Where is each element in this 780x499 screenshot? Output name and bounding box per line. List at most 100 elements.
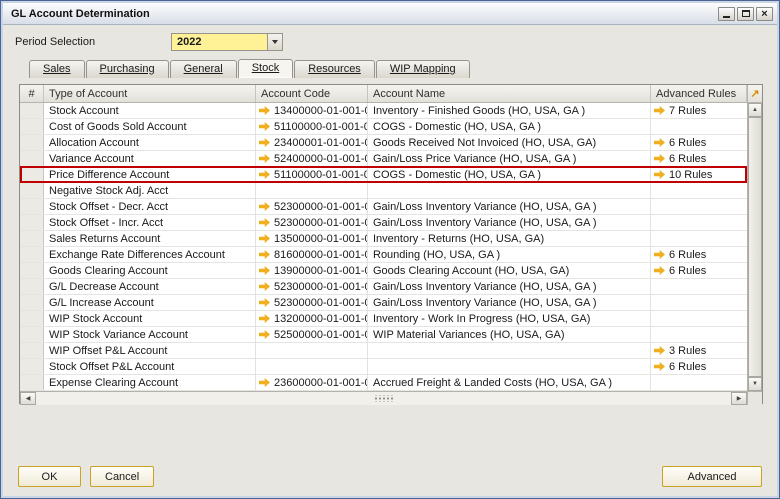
advanced-rules-cell[interactable] — [651, 119, 747, 134]
advanced-rules-cell[interactable]: 6 Rules — [651, 135, 747, 150]
tab-general[interactable]: General — [170, 60, 237, 78]
scroll-down-button[interactable]: ▼ — [748, 377, 762, 391]
advanced-button[interactable]: Advanced — [662, 466, 762, 487]
account-code-cell[interactable]: 51100000-01-001-01 — [256, 119, 368, 134]
link-arrow-icon[interactable] — [259, 234, 270, 243]
link-arrow-icon[interactable] — [259, 282, 270, 291]
link-arrow-icon[interactable] — [654, 138, 665, 147]
title-bar[interactable]: GL Account Determination × — [3, 3, 777, 25]
account-code-cell[interactable]: 23600000-01-001-01 — [256, 375, 368, 390]
advanced-rules-cell[interactable]: 6 Rules — [651, 151, 747, 166]
table-row[interactable]: Price Difference Account 51100000-01-001… — [20, 167, 747, 183]
horizontal-scroll-track[interactable] — [36, 392, 731, 405]
table-row[interactable]: Exchange Rate Differences Account 816000… — [20, 247, 747, 263]
account-code-cell[interactable]: 13400000-01-001-01 — [256, 103, 368, 118]
link-arrow-icon[interactable] — [654, 346, 665, 355]
expand-grid-icon[interactable]: ↗ — [747, 85, 762, 103]
advanced-rules-cell[interactable] — [651, 231, 747, 246]
advanced-rules-cell[interactable] — [651, 375, 747, 390]
advanced-rules-cell[interactable] — [651, 311, 747, 326]
account-code-cell[interactable]: 81600000-01-001-01 — [256, 247, 368, 262]
table-row[interactable]: Stock Offset P&L Account 6 Rules — [20, 359, 747, 375]
tab-wip-mapping[interactable]: WIP Mapping — [376, 60, 470, 78]
account-code-cell[interactable]: 52300000-01-001-01 — [256, 295, 368, 310]
advanced-rules-cell[interactable]: 3 Rules — [651, 343, 747, 358]
scroll-up-button[interactable]: ▲ — [748, 103, 762, 117]
account-code-cell[interactable]: 51100000-01-001-01 — [256, 167, 368, 182]
cancel-button[interactable]: Cancel — [90, 466, 154, 487]
link-arrow-icon[interactable] — [259, 170, 270, 179]
account-code-cell[interactable]: 52300000-01-001-01 — [256, 215, 368, 230]
account-code-cell[interactable] — [256, 343, 368, 358]
tab-resources[interactable]: Resources — [294, 60, 375, 78]
advanced-rules-cell[interactable] — [651, 279, 747, 294]
advanced-rules-cell[interactable] — [651, 295, 747, 310]
link-arrow-icon[interactable] — [654, 266, 665, 275]
table-row[interactable]: Stock Offset - Decr. Acct 52300000-01-00… — [20, 199, 747, 215]
header-account-name[interactable]: Account Name — [368, 85, 651, 102]
period-select[interactable]: 2022 — [171, 33, 283, 51]
header-account-code[interactable]: Account Code — [256, 85, 368, 102]
table-row[interactable]: Stock Offset - Incr. Acct 52300000-01-00… — [20, 215, 747, 231]
account-code-cell[interactable]: 52500000-01-001-01 — [256, 327, 368, 342]
advanced-rules-cell[interactable] — [651, 183, 747, 198]
advanced-rules-cell[interactable]: 6 Rules — [651, 247, 747, 262]
advanced-rules-cell[interactable]: 6 Rules — [651, 263, 747, 278]
tab-purchasing[interactable]: Purchasing — [86, 60, 169, 78]
account-code-cell[interactable]: 13500000-01-001-01 — [256, 231, 368, 246]
advanced-rules-cell[interactable]: 7 Rules — [651, 103, 747, 118]
table-row[interactable]: G/L Decrease Account 52300000-01-001-01 … — [20, 279, 747, 295]
link-arrow-icon[interactable] — [259, 250, 270, 259]
scroll-left-button[interactable]: ◀ — [20, 392, 36, 405]
link-arrow-icon[interactable] — [259, 266, 270, 275]
account-code-cell[interactable]: 23400001-01-001-01 — [256, 135, 368, 150]
tab-stock[interactable]: Stock — [238, 59, 294, 78]
table-row[interactable]: WIP Offset P&L Account 3 Rules — [20, 343, 747, 359]
link-arrow-icon[interactable] — [259, 138, 270, 147]
link-arrow-icon[interactable] — [259, 154, 270, 163]
table-row[interactable]: Cost of Goods Sold Account 51100000-01-0… — [20, 119, 747, 135]
tab-sales[interactable]: Sales — [29, 60, 85, 78]
link-arrow-icon[interactable] — [654, 170, 665, 179]
account-code-cell[interactable] — [256, 183, 368, 198]
link-arrow-icon[interactable] — [259, 218, 270, 227]
link-arrow-icon[interactable] — [259, 298, 270, 307]
advanced-rules-cell[interactable]: 10 Rules — [651, 167, 747, 182]
link-arrow-icon[interactable] — [259, 122, 270, 131]
minimize-button[interactable] — [718, 7, 735, 21]
advanced-rules-cell[interactable] — [651, 199, 747, 214]
table-row[interactable]: WIP Stock Variance Account 52500000-01-0… — [20, 327, 747, 343]
ok-button[interactable]: OK — [18, 466, 81, 487]
link-arrow-icon[interactable] — [259, 314, 270, 323]
header-type-of-account[interactable]: Type of Account — [44, 85, 256, 102]
advanced-rules-cell[interactable]: 6 Rules — [651, 359, 747, 374]
vertical-scroll-thumb[interactable] — [748, 117, 762, 377]
resize-grip-icon[interactable] — [373, 395, 395, 402]
link-arrow-icon[interactable] — [259, 106, 270, 115]
table-row[interactable]: Variance Account 52400000-01-001-01 Gain… — [20, 151, 747, 167]
account-code-cell[interactable]: 13200000-01-001-01 — [256, 311, 368, 326]
advanced-rules-cell[interactable] — [651, 327, 747, 342]
vertical-scrollbar[interactable]: ▲ ▼ — [747, 103, 762, 391]
link-arrow-icon[interactable] — [654, 362, 665, 371]
table-row[interactable]: WIP Stock Account 13200000-01-001-01 Inv… — [20, 311, 747, 327]
account-code-cell[interactable]: 52300000-01-001-01 — [256, 279, 368, 294]
link-arrow-icon[interactable] — [654, 250, 665, 259]
scroll-right-button[interactable]: ▶ — [731, 392, 747, 405]
maximize-button[interactable] — [737, 7, 754, 21]
advanced-rules-cell[interactable] — [651, 215, 747, 230]
account-code-cell[interactable]: 52300000-01-001-01 — [256, 199, 368, 214]
link-arrow-icon[interactable] — [654, 106, 665, 115]
account-code-cell[interactable]: 13900000-01-001-01 — [256, 263, 368, 278]
table-row[interactable]: Sales Returns Account 13500000-01-001-01… — [20, 231, 747, 247]
dropdown-arrow-button[interactable] — [267, 34, 282, 50]
close-button[interactable]: × — [756, 7, 773, 21]
table-row[interactable]: Expense Clearing Account 23600000-01-001… — [20, 375, 747, 391]
link-arrow-icon[interactable] — [654, 154, 665, 163]
table-row[interactable]: Stock Account 13400000-01-001-01 Invento… — [20, 103, 747, 119]
table-row[interactable]: Allocation Account 23400001-01-001-01 Go… — [20, 135, 747, 151]
table-row[interactable]: G/L Increase Account 52300000-01-001-01 … — [20, 295, 747, 311]
account-code-cell[interactable] — [256, 359, 368, 374]
header-advanced-rules[interactable]: Advanced Rules — [651, 85, 747, 102]
account-code-cell[interactable]: 52400000-01-001-01 — [256, 151, 368, 166]
